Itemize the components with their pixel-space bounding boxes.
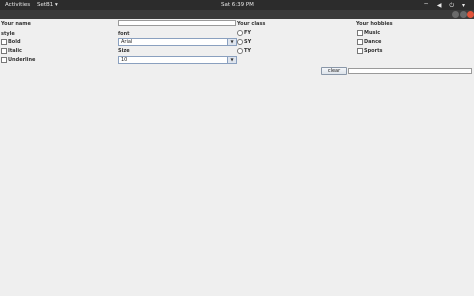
chevron-down-icon[interactable]: ▼ xyxy=(227,57,236,63)
class-ty-label: TY xyxy=(244,48,252,54)
underline-label: Underline xyxy=(8,57,36,63)
class-fy-label: FY xyxy=(244,30,252,36)
class-sy-label: SY xyxy=(244,39,252,45)
style-label: style xyxy=(1,31,15,37)
name-input[interactable] xyxy=(118,20,236,26)
name-label: Your name xyxy=(1,21,31,27)
hobbies-label: Your hobbies xyxy=(356,21,393,27)
class-fy-radio[interactable] xyxy=(237,30,243,36)
bold-label: Bold xyxy=(8,39,21,45)
dance-label: Dance xyxy=(364,39,382,45)
minimize-button[interactable] xyxy=(452,11,459,18)
dance-checkbox[interactable] xyxy=(357,39,363,45)
size-select-value: 10 xyxy=(121,57,128,63)
music-checkbox[interactable] xyxy=(357,30,363,36)
system-top-bar: Activities SetB1 ▾ Sat 6:39 PM ⌔ ◀ ⏻ ▾ xyxy=(0,0,474,10)
font-label: font xyxy=(118,31,130,37)
app-menu[interactable]: SetB1 ▾ xyxy=(37,2,58,8)
maximize-button[interactable] xyxy=(460,11,467,18)
font-select[interactable]: Arial ▼ xyxy=(118,38,237,46)
activities-button[interactable]: Activities xyxy=(5,2,30,8)
underline-checkbox[interactable] xyxy=(1,57,7,63)
size-label: Size xyxy=(118,48,130,54)
class-ty-radio[interactable] xyxy=(237,48,243,54)
italic-checkbox[interactable] xyxy=(1,48,7,54)
class-sy-radio[interactable] xyxy=(237,39,243,45)
font-select-value: Arial xyxy=(121,39,133,45)
window-title-bar xyxy=(0,10,474,19)
music-label: Music xyxy=(364,30,381,36)
clock[interactable]: Sat 6:39 PM xyxy=(221,2,254,8)
close-button[interactable] xyxy=(467,11,474,18)
size-select[interactable]: 10 ▼ xyxy=(118,56,237,64)
class-label: Your class xyxy=(237,21,266,27)
chevron-down-icon[interactable]: ▼ xyxy=(227,39,236,45)
italic-label: Italic xyxy=(8,48,23,54)
clear-button[interactable]: clear xyxy=(321,67,347,75)
sports-label: Sports xyxy=(364,48,383,54)
output-text-field[interactable] xyxy=(348,68,472,74)
system-tray-icons[interactable]: ⌔ ◀ ⏻ ▾ xyxy=(423,1,468,10)
sports-checkbox[interactable] xyxy=(357,48,363,54)
bold-checkbox[interactable] xyxy=(1,39,7,45)
